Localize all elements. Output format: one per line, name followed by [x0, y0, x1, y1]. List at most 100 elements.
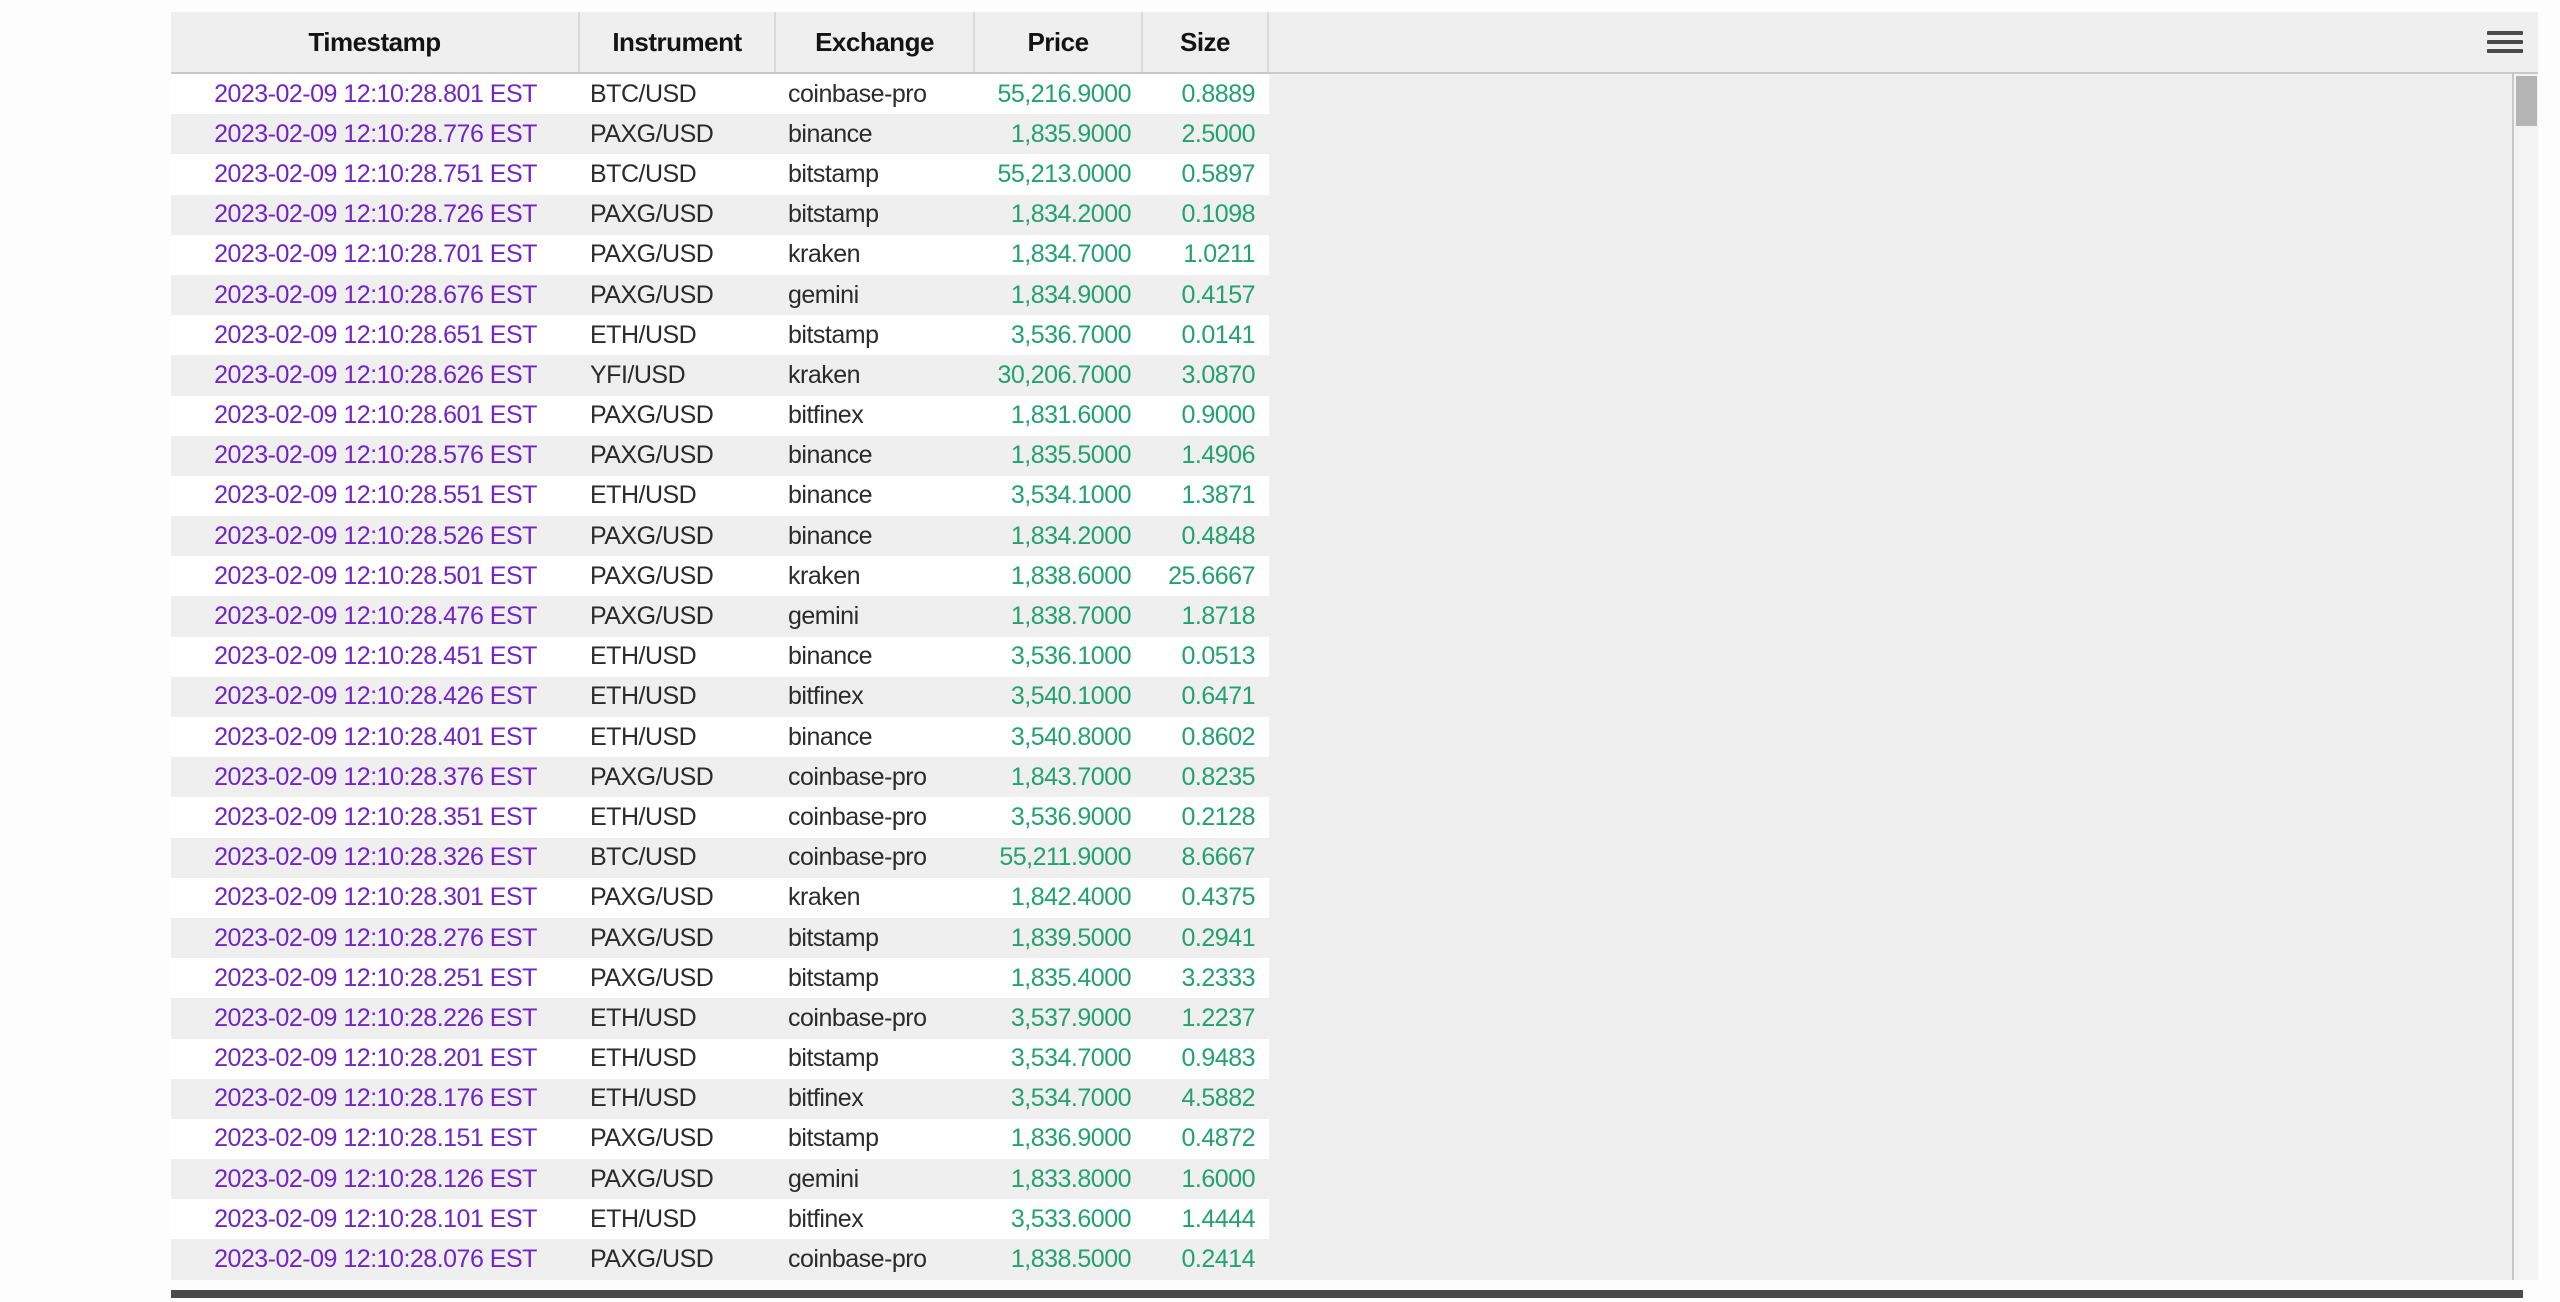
cell-price[interactable]: 1,835.5000 [975, 436, 1143, 476]
cell-instrument[interactable]: ETH/USD [580, 998, 776, 1038]
cell-instrument[interactable]: PAXG/USD [580, 275, 776, 315]
cell-exchange[interactable]: bitstamp [776, 315, 975, 355]
cell-size[interactable]: 0.0513 [1143, 637, 1269, 677]
cell-timestamp[interactable]: 2023-02-09 12:10:28.526 EST [171, 516, 580, 556]
cell-price[interactable]: 1,836.9000 [975, 1119, 1143, 1159]
cell-size[interactable]: 0.9000 [1143, 396, 1269, 436]
cell-timestamp[interactable]: 2023-02-09 12:10:28.701 EST [171, 235, 580, 275]
cell-instrument[interactable]: PAXG/USD [580, 918, 776, 958]
cell-size[interactable]: 0.0141 [1143, 315, 1269, 355]
hamburger-icon[interactable] [2487, 31, 2523, 53]
cell-timestamp[interactable]: 2023-02-09 12:10:28.151 EST [171, 1119, 580, 1159]
cell-timestamp[interactable]: 2023-02-09 12:10:28.101 EST [171, 1199, 580, 1239]
cell-size[interactable]: 0.6471 [1143, 677, 1269, 717]
horizontal-scrollbar[interactable] [171, 1290, 2523, 1298]
cell-exchange[interactable]: bitstamp [776, 195, 975, 235]
cell-price[interactable]: 1,834.9000 [975, 275, 1143, 315]
cell-timestamp[interactable]: 2023-02-09 12:10:28.376 EST [171, 757, 580, 797]
cell-instrument[interactable]: PAXG/USD [580, 757, 776, 797]
cell-price[interactable]: 1,835.9000 [975, 114, 1143, 154]
cell-price[interactable]: 1,834.2000 [975, 195, 1143, 235]
cell-exchange[interactable]: bitstamp [776, 154, 975, 194]
cell-timestamp[interactable]: 2023-02-09 12:10:28.251 EST [171, 958, 580, 998]
cell-exchange[interactable]: kraken [776, 235, 975, 275]
vertical-scrollbar-thumb[interactable] [2516, 76, 2537, 126]
cell-size[interactable]: 3.2333 [1143, 958, 1269, 998]
cell-size[interactable]: 1.2237 [1143, 998, 1269, 1038]
cell-instrument[interactable]: PAXG/USD [580, 878, 776, 918]
cell-exchange[interactable]: coinbase-pro [776, 998, 975, 1038]
cell-price[interactable]: 1,839.5000 [975, 918, 1143, 958]
cell-exchange[interactable]: gemini [776, 596, 975, 636]
cell-timestamp[interactable]: 2023-02-09 12:10:28.176 EST [171, 1079, 580, 1119]
cell-size[interactable]: 2.5000 [1143, 114, 1269, 154]
cell-timestamp[interactable]: 2023-02-09 12:10:28.476 EST [171, 596, 580, 636]
cell-timestamp[interactable]: 2023-02-09 12:10:28.076 EST [171, 1239, 580, 1279]
cell-timestamp[interactable]: 2023-02-09 12:10:28.801 EST [171, 74, 580, 114]
cell-exchange[interactable]: gemini [776, 275, 975, 315]
cell-timestamp[interactable]: 2023-02-09 12:10:28.451 EST [171, 637, 580, 677]
cell-timestamp[interactable]: 2023-02-09 12:10:28.651 EST [171, 315, 580, 355]
cell-exchange[interactable]: bitfinex [776, 396, 975, 436]
cell-timestamp[interactable]: 2023-02-09 12:10:28.726 EST [171, 195, 580, 235]
cell-instrument[interactable]: PAXG/USD [580, 195, 776, 235]
cell-instrument[interactable]: PAXG/USD [580, 958, 776, 998]
cell-price[interactable]: 1,831.6000 [975, 396, 1143, 436]
cell-timestamp[interactable]: 2023-02-09 12:10:28.601 EST [171, 396, 580, 436]
cell-timestamp[interactable]: 2023-02-09 12:10:28.751 EST [171, 154, 580, 194]
cell-exchange[interactable]: coinbase-pro [776, 74, 975, 114]
cell-exchange[interactable]: gemini [776, 1159, 975, 1199]
cell-price[interactable]: 3,540.8000 [975, 717, 1143, 757]
cell-instrument[interactable]: ETH/USD [580, 1039, 776, 1079]
cell-instrument[interactable]: ETH/USD [580, 1079, 776, 1119]
cell-instrument[interactable]: PAXG/USD [580, 1119, 776, 1159]
cell-timestamp[interactable]: 2023-02-09 12:10:28.426 EST [171, 677, 580, 717]
cell-size[interactable]: 1.8718 [1143, 596, 1269, 636]
cell-timestamp[interactable]: 2023-02-09 12:10:28.201 EST [171, 1039, 580, 1079]
cell-size[interactable]: 0.9483 [1143, 1039, 1269, 1079]
cell-size[interactable]: 0.4157 [1143, 275, 1269, 315]
cell-exchange[interactable]: bitstamp [776, 918, 975, 958]
cell-instrument[interactable]: BTC/USD [580, 838, 776, 878]
vertical-scrollbar[interactable] [2512, 74, 2538, 1280]
cell-price[interactable]: 1,834.2000 [975, 516, 1143, 556]
cell-exchange[interactable]: bitfinex [776, 1199, 975, 1239]
cell-size[interactable]: 0.2414 [1143, 1239, 1269, 1279]
cell-exchange[interactable]: binance [776, 717, 975, 757]
cell-price[interactable]: 1,835.4000 [975, 958, 1143, 998]
cell-instrument[interactable]: PAXG/USD [580, 396, 776, 436]
cell-size[interactable]: 0.1098 [1143, 195, 1269, 235]
cell-price[interactable]: 3,533.6000 [975, 1199, 1143, 1239]
cell-size[interactable]: 0.2941 [1143, 918, 1269, 958]
cell-exchange[interactable]: coinbase-pro [776, 757, 975, 797]
cell-instrument[interactable]: YFI/USD [580, 355, 776, 395]
cell-instrument[interactable]: BTC/USD [580, 154, 776, 194]
cell-exchange[interactable]: coinbase-pro [776, 838, 975, 878]
cell-exchange[interactable]: kraken [776, 355, 975, 395]
cell-size[interactable]: 0.4375 [1143, 878, 1269, 918]
cell-price[interactable]: 1,838.5000 [975, 1239, 1143, 1279]
cell-instrument[interactable]: PAXG/USD [580, 436, 776, 476]
cell-price[interactable]: 55,216.9000 [975, 74, 1143, 114]
cell-timestamp[interactable]: 2023-02-09 12:10:28.351 EST [171, 797, 580, 837]
cell-price[interactable]: 1,833.8000 [975, 1159, 1143, 1199]
cell-size[interactable]: 1.4444 [1143, 1199, 1269, 1239]
cell-price[interactable]: 30,206.7000 [975, 355, 1143, 395]
cell-exchange[interactable]: bitstamp [776, 1119, 975, 1159]
cell-size[interactable]: 0.8602 [1143, 717, 1269, 757]
cell-price[interactable]: 3,536.7000 [975, 315, 1143, 355]
cell-price[interactable]: 1,838.7000 [975, 596, 1143, 636]
cell-timestamp[interactable]: 2023-02-09 12:10:28.501 EST [171, 556, 580, 596]
cell-timestamp[interactable]: 2023-02-09 12:10:28.276 EST [171, 918, 580, 958]
cell-size[interactable]: 4.5882 [1143, 1079, 1269, 1119]
cell-timestamp[interactable]: 2023-02-09 12:10:28.126 EST [171, 1159, 580, 1199]
cell-price[interactable]: 3,534.7000 [975, 1079, 1143, 1119]
cell-timestamp[interactable]: 2023-02-09 12:10:28.676 EST [171, 275, 580, 315]
cell-size[interactable]: 1.4906 [1143, 436, 1269, 476]
cell-instrument[interactable]: ETH/USD [580, 717, 776, 757]
cell-instrument[interactable]: PAXG/USD [580, 516, 776, 556]
cell-exchange[interactable]: bitfinex [776, 677, 975, 717]
cell-exchange[interactable]: coinbase-pro [776, 797, 975, 837]
cell-size[interactable]: 0.8235 [1143, 757, 1269, 797]
cell-size[interactable]: 0.2128 [1143, 797, 1269, 837]
